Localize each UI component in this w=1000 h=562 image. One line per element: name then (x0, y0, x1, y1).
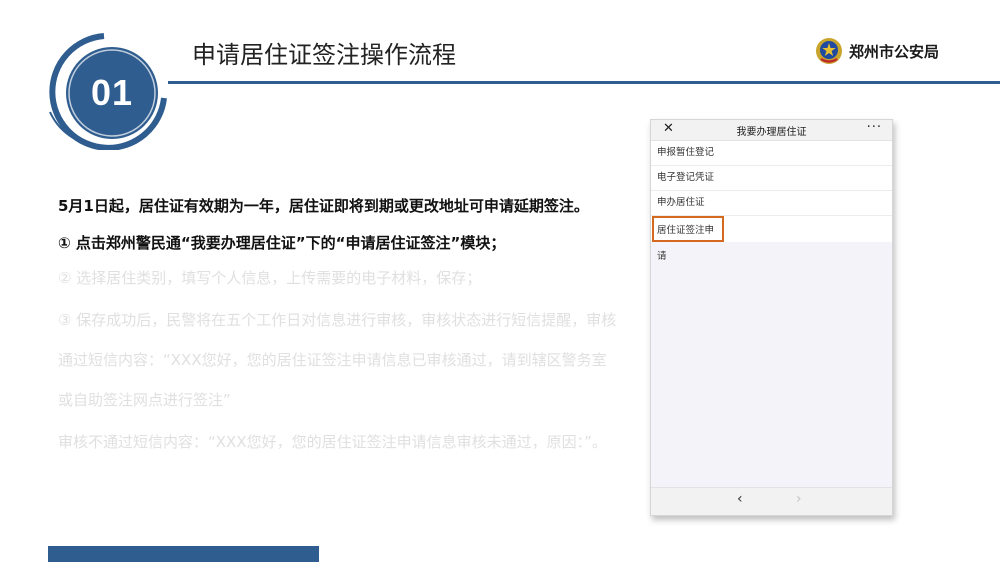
section-number: 01 (90, 72, 134, 113)
phone-footer: ‹ › (651, 487, 892, 515)
step-4: 审核不通过短信内容：“XXX您好，您的居住证签注申请信息审核未通过，原因：”。 (58, 433, 607, 451)
header-divider (168, 81, 1000, 84)
step-3: ③ 保存成功后，民警将在五个工作日对信息进行审核，审核状态进行短信提醒，审核通过… (58, 311, 617, 409)
org-name: 郑州市公安局 (849, 42, 940, 61)
page-title: 申请居住证签注操作流程 (192, 41, 456, 69)
phone-title: 我要办理居住证 (736, 127, 807, 138)
intro-paragraph: 5月1日起，居住证有效期为一年，居住证即将到期或更改地址可申请延期签注。 (58, 197, 589, 215)
phone-menu: 申报暂住登记 电子登记凭证 申办居住证 居住证签注申请 (651, 141, 892, 262)
menu-item-permit-endorsement[interactable]: 居住证签注申请 (652, 216, 724, 262)
menu-item-apply-residence-permit[interactable]: 申办居住证 (651, 191, 892, 216)
forward-icon[interactable]: › (796, 491, 802, 507)
police-emblem-icon (816, 38, 842, 64)
menu-item-registration-certificate[interactable]: 电子登记凭证 (651, 166, 892, 191)
more-icon[interactable]: ··· (867, 120, 882, 135)
instructions: 5月1日起，居住证有效期为一年，居住证即将到期或更改地址可申请延期签注。 ① 点… (58, 186, 618, 462)
back-icon[interactable]: ‹ (737, 491, 743, 507)
menu-item-temporary-residence[interactable]: 申报暂住登记 (651, 141, 892, 166)
footer-bar (48, 546, 319, 562)
step-1: ① 点击郑州警民通“我要办理居住证”下的“申请居住证签注”模块； (58, 234, 506, 252)
phone-header: ✕ 我要办理居住证 ··· (651, 120, 892, 141)
step-2: ② 选择居住类别，填写个人信息，上传需要的电子材料，保存； (58, 269, 482, 287)
phone-screenshot: ✕ 我要办理居住证 ··· 申报暂住登记 电子登记凭证 申办居住证 居住证签注申… (650, 119, 893, 516)
org-logo: 郑州市公安局 (815, 37, 939, 65)
